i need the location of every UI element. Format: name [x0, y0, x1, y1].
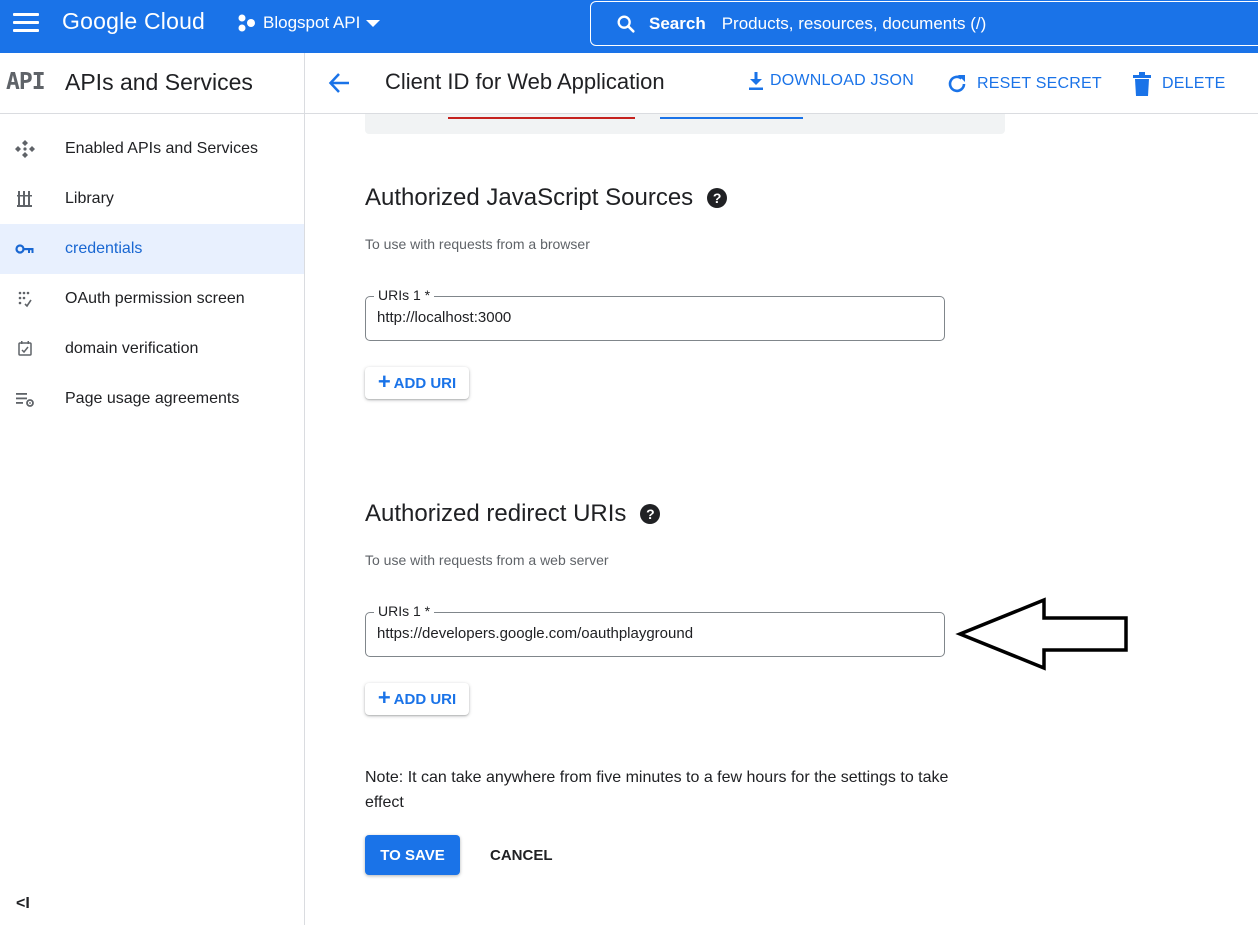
top-app-bar: Google Cloud Blogspot API Search Product…	[0, 0, 1258, 53]
plus-icon: +	[377, 685, 391, 710]
download-json-button[interactable]: DOWNLOAD JSON	[748, 72, 914, 90]
back-arrow-icon[interactable]	[327, 70, 353, 96]
domain-check-icon	[18, 341, 32, 356]
trash-icon	[1133, 72, 1151, 96]
refresh-icon	[948, 75, 966, 93]
redirect-uris-title-text: Authorized redirect URIs	[365, 500, 627, 527]
sidebar-item-label: domain verification	[65, 340, 199, 357]
download-json-label: DOWNLOAD JSON	[770, 72, 914, 89]
download-icon	[749, 72, 763, 90]
redirect-uri-field[interactable]: URIs 1 *	[365, 603, 945, 657]
field-label: URIs 1 *	[374, 287, 435, 303]
main-content: Authorized JavaScript Sources ? To use w…	[305, 114, 1258, 925]
oauth-consent-icon	[18, 291, 32, 308]
redirect-uris-subtitle: To use with requests from a web server	[365, 552, 609, 568]
sidebar-item-library[interactable]: Library	[0, 174, 304, 224]
sidebar-item-label: Page usage agreements	[65, 390, 240, 407]
sidebar-item-label: Enabled APIs and Services	[65, 140, 259, 157]
search-placeholder: Products, resources, documents (/)	[721, 13, 987, 33]
settings-list-icon	[16, 393, 34, 407]
js-origin-uri-input[interactable]	[377, 309, 927, 326]
link-underline	[448, 117, 635, 119]
link-underline	[660, 117, 803, 119]
library-icon	[17, 191, 32, 207]
sidebar-item-domain-verification[interactable]: domain verification	[0, 324, 304, 374]
project-name: Blogspot API	[263, 13, 361, 32]
project-selector[interactable]: Blogspot API	[237, 13, 381, 33]
chevron-down-icon	[366, 20, 381, 27]
js-sources-title: Authorized JavaScript Sources ?	[365, 184, 728, 212]
sidebar-item-credentials[interactable]: credentials	[0, 224, 304, 274]
delete-button[interactable]: DELETE	[1132, 72, 1225, 96]
sidebar-item-page-usage[interactable]: Page usage agreements	[0, 374, 304, 424]
help-icon[interactable]: ?	[707, 188, 728, 208]
search-icon	[617, 15, 635, 33]
sidebar-nav: Enabled APIs and Services Library creden…	[0, 114, 304, 424]
sidebar-header: API APIs and Services	[0, 53, 304, 114]
project-icon	[238, 14, 255, 32]
js-sources-title-text: Authorized JavaScript Sources	[365, 184, 694, 211]
js-origin-uri-field[interactable]: URIs 1 *	[365, 287, 945, 341]
hamburger-menu-icon[interactable]	[13, 13, 39, 33]
settings-delay-note: Note: It can take anywhere from five min…	[365, 769, 949, 811]
save-button[interactable]: TO SAVE	[365, 835, 460, 875]
search-label: Search	[649, 13, 706, 33]
sidebar-item-label: Library	[65, 190, 114, 207]
field-label: URIs 1 *	[374, 603, 435, 619]
reset-secret-label: RESET SECRET	[977, 75, 1102, 92]
sidebar-item-oauth-consent[interactable]: OAuth permission screen	[0, 274, 304, 324]
redirect-uri-input[interactable]	[377, 625, 927, 642]
add-uri-label: ADD URI	[393, 690, 457, 708]
pointer-arrow-annotation	[955, 597, 1128, 671]
google-cloud-logo[interactable]: Google Cloud	[62, 8, 205, 35]
plus-icon: +	[377, 369, 391, 394]
cancel-button[interactable]: CANCEL	[490, 847, 553, 864]
page-title: Client ID for Web Application	[385, 69, 665, 94]
reset-secret-button[interactable]: RESET SECRET	[945, 72, 1102, 96]
add-redirect-uri-button[interactable]: + ADD URI	[365, 683, 469, 715]
js-sources-subtitle: To use with requests from a browser	[365, 236, 590, 252]
sidebar-title: APIs and Services	[65, 69, 253, 95]
add-uri-label: ADD URI	[393, 374, 457, 392]
sidebar: API APIs and Services Enabled APIs and S…	[0, 53, 305, 925]
enabled-apis-icon	[15, 140, 35, 158]
info-box	[365, 114, 1005, 134]
sidebar-item-enabled-apis[interactable]: Enabled APIs and Services	[0, 124, 304, 174]
help-icon[interactable]: ?	[640, 504, 661, 524]
sidebar-item-label: credentials	[65, 240, 143, 257]
add-js-uri-button[interactable]: + ADD URI	[365, 367, 469, 399]
api-logo: API	[6, 69, 46, 95]
page-header: Client ID for Web Application DOWNLOAD J…	[305, 53, 1258, 114]
key-icon	[15, 244, 34, 254]
collapse-sidebar-icon[interactable]: <I	[16, 895, 30, 913]
sidebar-item-label: OAuth permission screen	[65, 290, 245, 307]
redirect-uris-title: Authorized redirect URIs ?	[365, 500, 661, 528]
delete-label: DELETE	[1162, 75, 1226, 92]
search-bar[interactable]: Search Products, resources, documents (/…	[590, 1, 1258, 46]
